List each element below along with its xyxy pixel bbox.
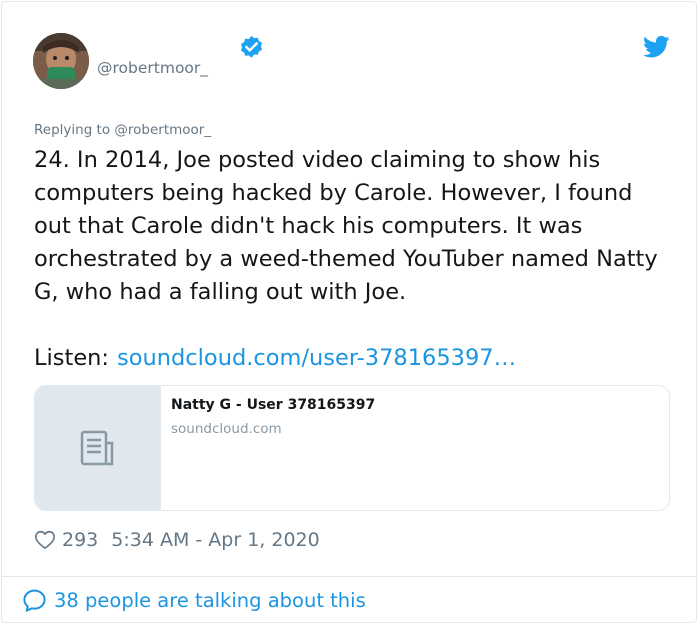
tweet-meta: 293 5:34 AM - Apr 1, 2020 [34, 526, 320, 554]
document-icon [80, 430, 113, 466]
conversation-link[interactable]: 38 people are talking about this [22, 586, 366, 614]
like-count[interactable]: 293 [62, 529, 98, 551]
link-preview-card[interactable]: Natty G - User 378165397 soundcloud.com [34, 385, 670, 511]
listen-label: Listen: [34, 345, 110, 371]
conversation-text[interactable]: 38 people are talking about this [54, 589, 366, 612]
soundcloud-link[interactable]: soundcloud.com/user-378165397… [117, 345, 516, 371]
link-thumbnail [35, 386, 161, 510]
avatar[interactable] [33, 33, 89, 89]
heart-icon[interactable] [34, 529, 56, 551]
link-title: Natty G - User 378165397 [171, 397, 376, 413]
twitter-bird-icon[interactable] [643, 35, 670, 59]
avatar-image [33, 33, 89, 89]
speech-bubble-icon [23, 589, 46, 612]
verified-badge-icon [240, 35, 263, 58]
tweet-text: 24. In 2014, Joe posted video claiming t… [34, 147, 658, 305]
link-domain: soundcloud.com [171, 421, 282, 437]
divider [1, 576, 697, 577]
replying-to[interactable]: Replying to @robertmoor_ [34, 122, 211, 138]
user-handle[interactable]: @robertmoor_ [97, 59, 208, 77]
tweet-card: @robertmoor_ Replying to @robertmoor_ 24… [1, 1, 697, 623]
listen-row: Listen: soundcloud.com/user-378165397… [34, 342, 516, 375]
timestamp[interactable]: 5:34 AM - Apr 1, 2020 [111, 529, 319, 551]
